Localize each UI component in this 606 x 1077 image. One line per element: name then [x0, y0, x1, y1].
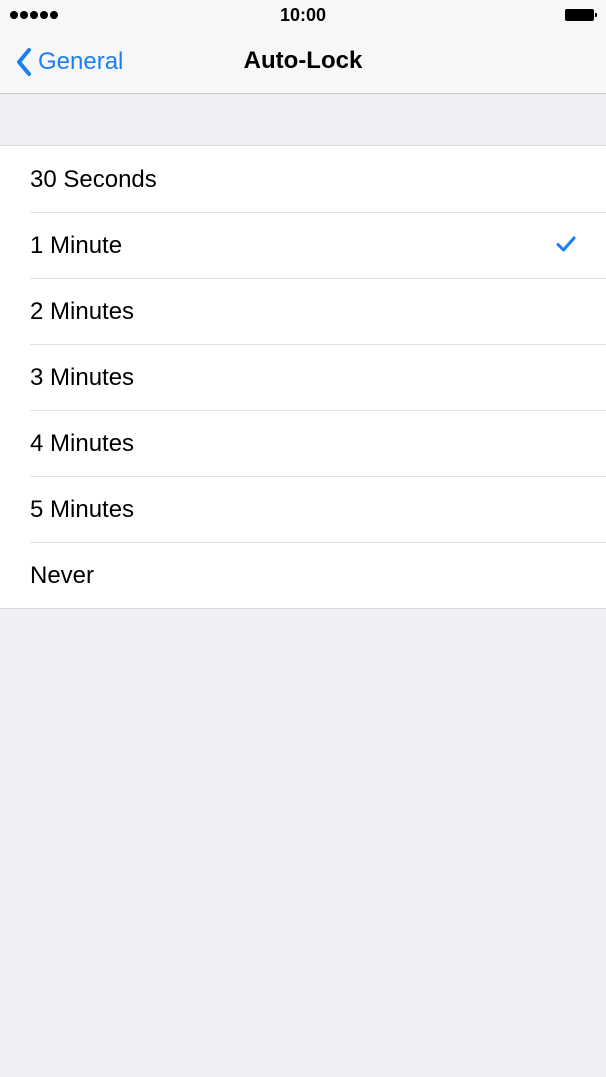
option-30-seconds[interactable]: 30 Seconds	[0, 146, 606, 212]
option-label: Never	[30, 562, 95, 589]
option-1-minute[interactable]: 1 Minute	[0, 212, 606, 278]
battery-tip	[595, 13, 597, 17]
option-label: 2 Minutes	[30, 298, 135, 325]
option-2-minutes[interactable]: 2 Minutes	[0, 278, 606, 344]
battery-body	[565, 9, 594, 21]
option-4-minutes[interactable]: 4 Minutes	[0, 410, 606, 476]
page-title: Auto-Lock	[243, 47, 363, 74]
option-label: 1 Minute	[30, 232, 123, 259]
auto-lock-options-list: 30 Seconds 1 Minute 2 Minutes 3 Minutes …	[0, 145, 606, 609]
checkmark-icon	[556, 236, 576, 252]
navigation-bar: General Auto-Lock	[0, 30, 606, 94]
option-3-minutes[interactable]: 3 Minutes	[0, 344, 606, 410]
option-label: 3 Minutes	[30, 364, 135, 391]
option-never[interactable]: Never	[0, 542, 606, 608]
option-label: 5 Minutes	[30, 496, 135, 523]
option-5-minutes[interactable]: 5 Minutes	[0, 476, 606, 542]
battery-icon	[565, 9, 597, 21]
option-label: 4 Minutes	[30, 430, 135, 457]
status-time: 10:00	[279, 5, 327, 25]
status-bar: 10:00	[0, 0, 606, 30]
option-label: 30 Seconds	[30, 166, 157, 193]
